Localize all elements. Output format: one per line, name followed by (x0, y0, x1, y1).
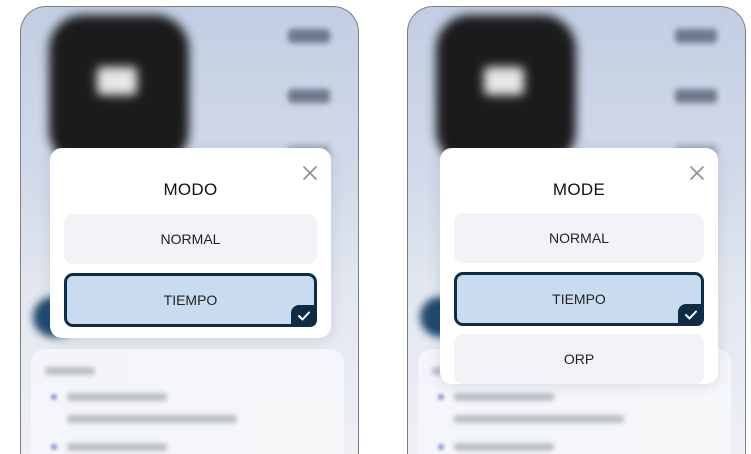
selected-check-badge (678, 304, 704, 326)
phone-screen-english: MODE NORMAL TIEMPO ORP (407, 6, 746, 454)
check-icon (685, 310, 697, 320)
device-image-blurred (436, 15, 576, 165)
selected-check-badge (291, 305, 317, 327)
mode-modal: MODE NORMAL TIEMPO ORP (440, 148, 718, 384)
blurred-message-card (31, 349, 344, 454)
option-tiempo-selected[interactable]: TIEMPO (454, 272, 704, 326)
option-label: TIEMPO (552, 291, 606, 307)
option-normal[interactable]: NORMAL (454, 213, 704, 263)
option-tiempo-selected[interactable]: TIEMPO (64, 273, 317, 327)
option-label: ORP (563, 351, 595, 367)
option-normal[interactable]: NORMAL (64, 214, 317, 264)
blurred-stat (675, 29, 717, 43)
modal-title: MODE (552, 180, 606, 199)
modal-title: MODO (163, 180, 218, 199)
mode-modal: MODO NORMAL TIEMPO (50, 148, 331, 338)
device-image-blurred (49, 15, 189, 165)
check-icon (298, 311, 310, 321)
option-label: NORMAL (160, 231, 221, 247)
option-orp[interactable]: ORP (454, 334, 704, 384)
phone-screen-spanish: MODO NORMAL TIEMPO (20, 6, 359, 454)
blurred-stat (288, 89, 330, 103)
option-label: NORMAL (549, 230, 609, 246)
close-icon[interactable] (688, 164, 706, 182)
blurred-stat (288, 29, 330, 43)
option-label: TIEMPO (163, 292, 218, 308)
close-icon[interactable] (301, 164, 319, 182)
blurred-stat (675, 89, 717, 103)
